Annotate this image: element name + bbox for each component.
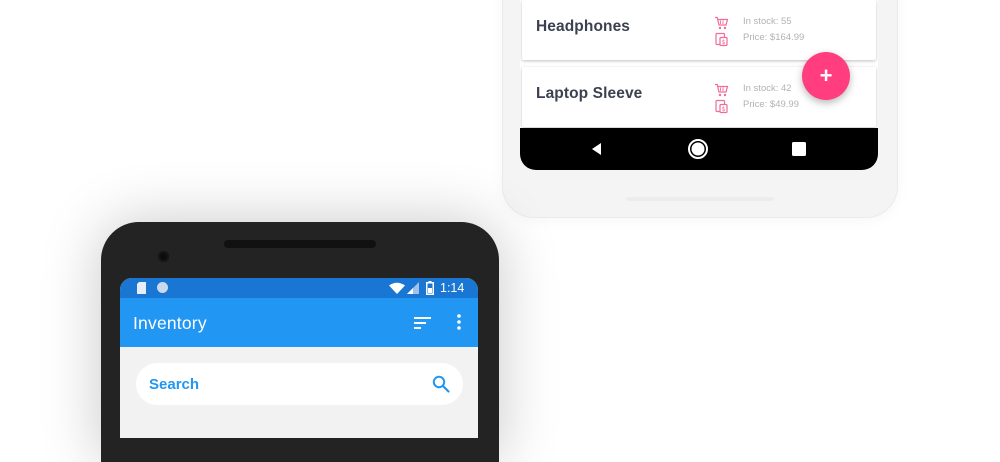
battery-icon (426, 281, 434, 295)
product-stock: In stock: 55 (743, 16, 792, 27)
signal-icon (407, 282, 419, 294)
product-card[interactable]: Headphones $ In stock: 55 Price: $164.99 (522, 0, 876, 60)
svg-text:$: $ (722, 106, 726, 113)
cart-icon (715, 83, 729, 97)
cart-icon (715, 16, 729, 30)
android-nav-bar (520, 128, 878, 170)
front-phone-screen: 1:14 Inventory Search (120, 278, 478, 438)
product-stock: In stock: 42 (743, 83, 792, 94)
sort-icon[interactable] (414, 316, 432, 330)
more-vert-icon[interactable] (456, 314, 462, 330)
page-title: Inventory (133, 313, 207, 333)
search-input[interactable]: Search (136, 363, 463, 405)
svg-text:$: $ (722, 39, 726, 46)
app-bar: Inventory (120, 298, 478, 347)
front-camera (158, 251, 169, 262)
back-triangle-icon[interactable] (586, 138, 608, 160)
price-tag-icon: $ (715, 99, 728, 114)
phone-bottom-speaker (626, 197, 774, 201)
product-name: Headphones (536, 18, 631, 35)
plus-icon: + (819, 63, 833, 88)
price-tag-icon: $ (715, 32, 728, 47)
sd-card-icon (137, 282, 146, 294)
recents-square-icon[interactable] (788, 138, 810, 160)
product-icons: $ (714, 83, 732, 115)
product-price: Price: $49.99 (743, 99, 799, 110)
product-price: Price: $164.99 (743, 32, 805, 43)
phone-top-speaker (224, 240, 376, 248)
search-icon[interactable] (432, 375, 450, 393)
status-bar: 1:14 (120, 278, 478, 298)
status-time: 1:14 (440, 281, 465, 295)
sync-dot-icon (157, 282, 168, 293)
search-placeholder: Search (149, 376, 200, 393)
wifi-icon (389, 282, 405, 294)
home-circle-icon[interactable] (687, 138, 709, 160)
add-product-fab[interactable]: + (802, 52, 850, 100)
product-icons: $ (714, 16, 732, 48)
product-name: Laptop Sleeve (536, 85, 643, 102)
back-phone-screen: Headphones $ In stock: 55 Price: $164.99… (520, 0, 878, 170)
